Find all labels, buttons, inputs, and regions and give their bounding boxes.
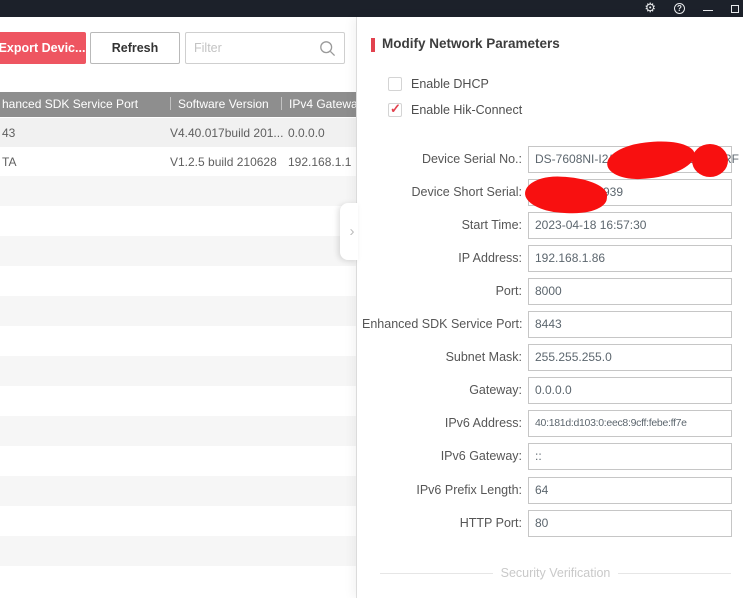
- column-separator: [281, 97, 282, 110]
- field-label-ipv6-gateway: IPv6 Gateway:: [362, 443, 522, 470]
- http-port-input[interactable]: 80: [528, 510, 732, 537]
- field-label-device-serial: Device Serial No.:: [362, 146, 522, 173]
- field-label-port: Port:: [362, 278, 522, 305]
- filter-field[interactable]: [185, 32, 345, 64]
- empty-table-row: [0, 446, 356, 476]
- field-label-ipv6-prefix-length: IPv6 Prefix Length:: [362, 477, 522, 504]
- field-label-ip-address: IP Address:: [362, 245, 522, 272]
- checkbox-label: Enable Hik-Connect: [411, 103, 522, 117]
- empty-table-row: [0, 356, 356, 386]
- ipv6-gateway-input[interactable]: ::: [528, 443, 732, 470]
- refresh-button[interactable]: Refresh: [90, 32, 180, 64]
- table-row[interactable]: 43 V4.40.017build 201... 0.0.0.0: [0, 118, 356, 147]
- panel-title: Modify Network Parameters: [382, 36, 560, 51]
- empty-table-row: [0, 416, 356, 446]
- column-header-sdk-port[interactable]: hanced SDK Service Port: [2, 97, 138, 111]
- settings-gear-icon[interactable]: ⚙: [644, 1, 656, 14]
- field-label-http-port: HTTP Port:: [362, 510, 522, 537]
- column-header-ipv4-gateway[interactable]: IPv4 Gatewa: [289, 97, 358, 111]
- device-short-serial-input[interactable]: 939: [528, 179, 732, 206]
- cell-ipv4-gateway: 192.168.1.1: [288, 155, 351, 169]
- checkbox-icon: ✓: [388, 103, 402, 117]
- subnet-mask-input[interactable]: 255.255.255.0: [528, 344, 732, 371]
- empty-table-row: [0, 176, 356, 206]
- field-label-short-serial: Device Short Serial:: [362, 179, 522, 206]
- ipv6-address-input[interactable]: 40:181d:d103:0:eec8:9cff:febe:ff7e: [528, 410, 732, 437]
- table-row[interactable]: TA V1.2.5 build 210628 192.168.1.1: [0, 147, 356, 176]
- column-header-software-version[interactable]: Software Version: [178, 97, 269, 111]
- security-verification-label: Security Verification: [501, 566, 611, 580]
- help-icon[interactable]: ?: [674, 3, 685, 14]
- minimize-icon[interactable]: [703, 10, 713, 11]
- empty-table-row: [0, 506, 356, 536]
- column-separator: [170, 97, 171, 110]
- empty-table-row: [0, 206, 356, 236]
- cell-ipv4-gateway: 0.0.0.0: [288, 126, 325, 140]
- cell-software-version: V1.2.5 build 210628: [170, 155, 277, 169]
- device-list-panel: Export Devic... Refresh hanced SDK Servi…: [0, 17, 356, 598]
- titlebar: ⚙ ?: [0, 0, 743, 17]
- empty-table-row: [0, 296, 356, 326]
- maximize-icon[interactable]: [731, 5, 739, 13]
- field-label-start-time: Start Time:: [362, 212, 522, 239]
- title-accent-bar: [371, 38, 375, 52]
- export-device-button[interactable]: Export Devic...: [0, 32, 86, 64]
- port-input[interactable]: 8000: [528, 278, 732, 305]
- checkbox-icon: ✓: [388, 77, 402, 91]
- chevron-right-icon: ›: [350, 224, 355, 239]
- divider-line: [380, 573, 493, 574]
- redaction-scribble: [692, 144, 728, 177]
- redaction-scribble: [524, 174, 608, 216]
- divider-line: [618, 573, 731, 574]
- start-time-input[interactable]: 2023-04-18 16:57:30: [528, 212, 732, 239]
- redaction-scribble: [605, 137, 696, 182]
- ip-address-input[interactable]: 192.168.1.86: [528, 245, 732, 272]
- enable-hik-connect-checkbox[interactable]: ✓ Enable Hik-Connect: [388, 102, 522, 118]
- gateway-input[interactable]: 0.0.0.0: [528, 377, 732, 404]
- empty-table-row: [0, 236, 356, 266]
- field-label-enhanced-sdk-port: Enhanced SDK Service Port:: [362, 311, 522, 338]
- enhanced-sdk-port-input[interactable]: 8443: [528, 311, 732, 338]
- cell-sdk-port: TA: [2, 155, 16, 169]
- filter-input[interactable]: [194, 33, 312, 63]
- cell-software-version: V4.40.017build 201...: [170, 126, 283, 140]
- field-label-subnet-mask: Subnet Mask:: [362, 344, 522, 371]
- empty-table-row: [0, 476, 356, 506]
- empty-table-row: [0, 386, 356, 416]
- cell-sdk-port: 43: [2, 126, 15, 140]
- collapse-panel-handle[interactable]: ›: [340, 203, 358, 260]
- table-header: hanced SDK Service Port Software Version…: [0, 92, 356, 117]
- empty-table-row: [0, 266, 356, 296]
- security-verification-divider: Security Verification: [380, 565, 731, 581]
- empty-table-row: [0, 536, 356, 566]
- ipv6-prefix-length-input[interactable]: 64: [528, 477, 732, 504]
- search-icon: [319, 40, 336, 57]
- field-label-ipv6-address: IPv6 Address:: [362, 410, 522, 437]
- empty-table-row: [0, 326, 356, 356]
- application-window: ⚙ ? Export Devic... Refresh hanced SDK S…: [0, 0, 743, 598]
- enable-dhcp-checkbox[interactable]: ✓ Enable DHCP: [388, 76, 489, 92]
- device-serial-input[interactable]: DS-7608NI-I2/8P 2 RF: [528, 146, 732, 173]
- modify-network-parameters-panel: Modify Network Parameters ✓ Enable DHCP …: [357, 17, 743, 598]
- checkbox-label: Enable DHCP: [411, 77, 489, 91]
- field-label-gateway: Gateway:: [362, 377, 522, 404]
- empty-table-row: [0, 566, 356, 596]
